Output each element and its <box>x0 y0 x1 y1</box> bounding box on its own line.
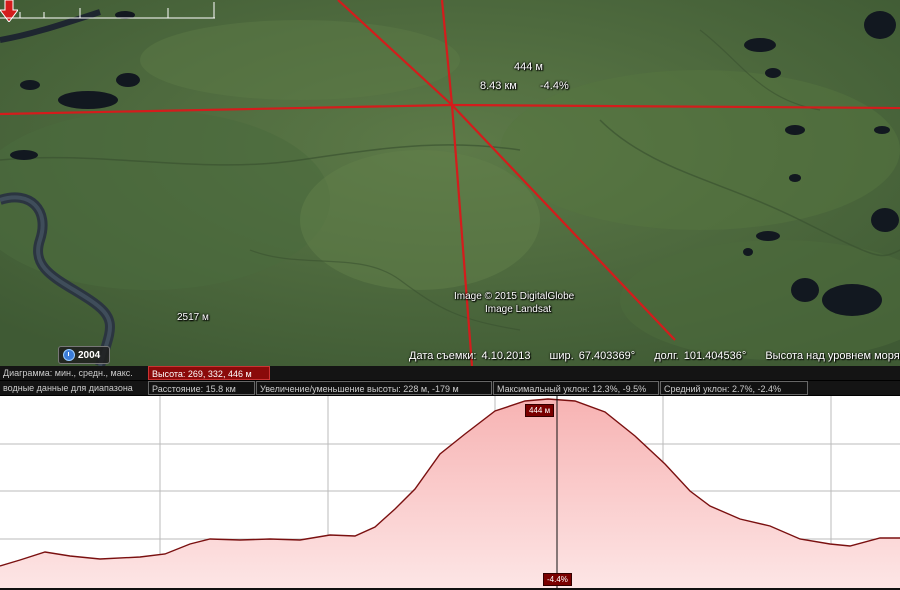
latitude-value: 67.403369° <box>578 350 636 362</box>
distance-summary[interactable]: Расстояние: 15.8 км <box>148 381 255 395</box>
avg-slope-summary[interactable]: Средний уклон: 2.7%, -2.4% <box>660 381 808 395</box>
profile-slope-tag: -4.4% <box>543 573 572 586</box>
profile-summary-row: Диаграмма: мин., средн., макс. Высота: 2… <box>0 366 900 380</box>
profile-range-row: водные данные для диапазона Расстояние: … <box>0 381 900 395</box>
satellite-terrain <box>0 0 900 366</box>
history-year: 2004 <box>78 349 101 361</box>
marker-distance-label: 8.43 км <box>480 80 517 92</box>
marker-slope-label: -4.4% <box>540 80 569 92</box>
max-slope-summary[interactable]: Максимальный уклон: 12.3%, -9.5% <box>493 381 659 395</box>
imagery-date: 4.10.2013 <box>481 350 531 362</box>
scale-bar <box>0 2 215 19</box>
elevation-gain-summary[interactable]: Увеличение/уменьшение высоты: 228 м, -17… <box>256 381 492 395</box>
diagram-label: Диаграмма: мин., средн., макс. <box>3 368 133 378</box>
profile-elevation-tag: 444 м <box>525 404 555 417</box>
height-summary[interactable]: Высота: 269, 332, 446 м <box>148 366 270 380</box>
copyright-line-1: Image © 2015 DigitalGlobe <box>454 291 575 302</box>
profile-graph <box>0 396 900 590</box>
longitude-value: 101.404536° <box>683 350 747 362</box>
scale-label: 2517 м <box>177 312 209 323</box>
longitude-label: долг. <box>654 350 679 362</box>
historical-imagery-button[interactable]: 2004 <box>58 346 110 364</box>
status-bar: Дата съемки: 4.10.2013 шир. 67.403369° д… <box>409 350 900 362</box>
marker-elevation-label: 444 м <box>514 61 543 73</box>
clock-icon <box>63 349 75 361</box>
map-view[interactable]: 444 м 8.43 км -4.4% Image © 2015 Digital… <box>0 0 900 366</box>
latitude-label: шир. <box>549 350 574 362</box>
range-label: водные данные для диапазона <box>3 383 133 393</box>
altitude-label: Высота над уровнем моря: <box>765 350 900 362</box>
imagery-date-label: Дата съемки: <box>409 350 477 362</box>
elevation-profile-chart[interactable]: 444 м -4.4% <box>0 396 900 590</box>
copyright-line-2: Image Landsat <box>485 304 552 315</box>
